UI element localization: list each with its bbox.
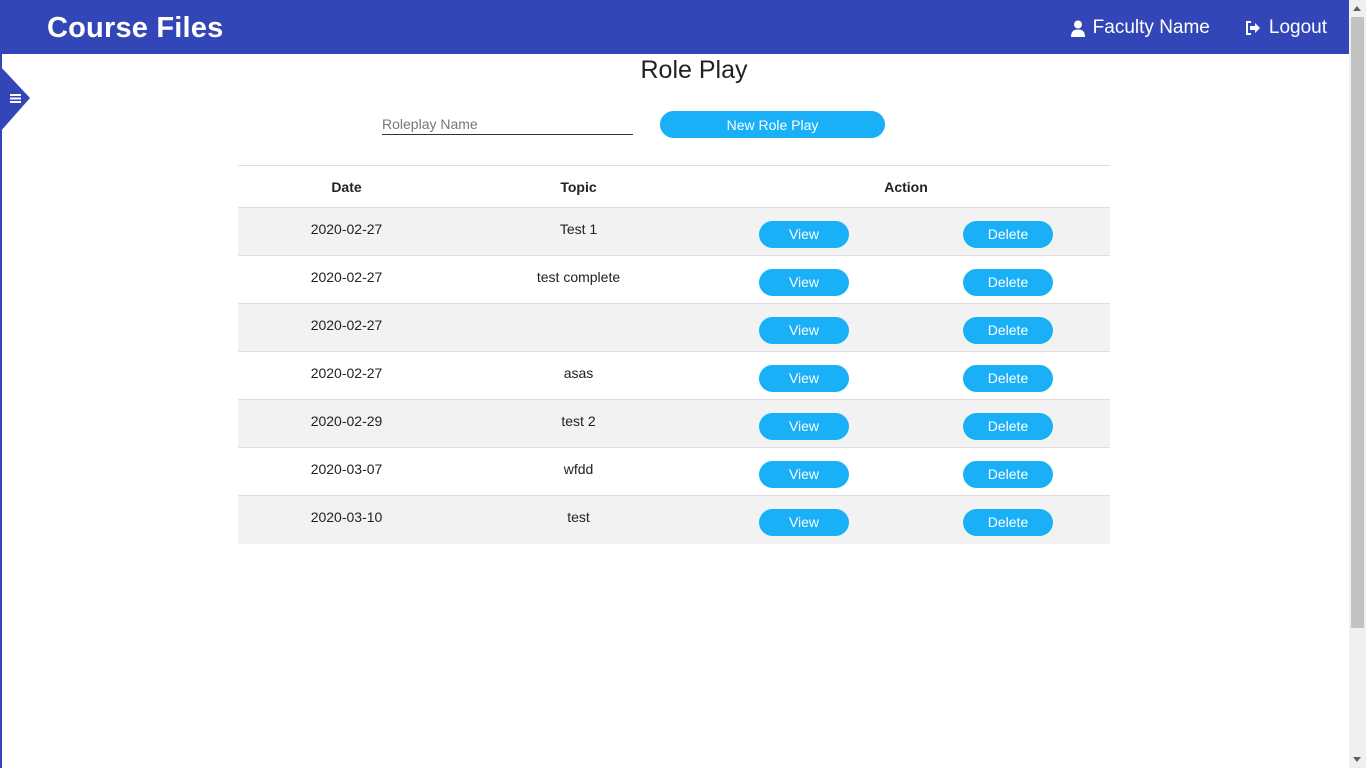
row-date: 2020-02-27 (310, 316, 383, 333)
table-row: 2020-02-29 test 2 View Delete (238, 399, 1110, 448)
brand-title[interactable]: Course Files (47, 12, 223, 45)
user-name: Faculty Name (1092, 17, 1210, 38)
row-date: 2020-02-27 (310, 220, 383, 237)
roleplay-name-input[interactable] (382, 113, 633, 135)
user-menu[interactable]: Faculty Name (1070, 17, 1210, 39)
table-row: 2020-02-27 test complete View Delete (238, 256, 1110, 304)
view-button[interactable]: View (759, 317, 849, 344)
row-topic: Test 1 (559, 220, 598, 237)
table-row: 2020-03-07 wfdd View Delete (238, 448, 1110, 496)
delete-button[interactable]: Delete (963, 365, 1053, 392)
row-topic (455, 304, 702, 352)
sidebar-edge (0, 54, 2, 768)
row-date: 2020-02-27 (310, 268, 383, 285)
view-button[interactable]: View (759, 413, 849, 440)
page-title: Role Play (640, 56, 748, 84)
logout-label: Logout (1268, 17, 1327, 38)
top-navbar: Course Files Faculty Name Logout (0, 0, 1349, 54)
table-body: 2020-02-27 Test 1 View Delete 2020-02-27… (238, 207, 1110, 544)
row-date: 2020-03-10 (310, 508, 383, 525)
table-row: 2020-02-27 asas View Delete (238, 352, 1110, 400)
table-row: 2020-02-27 View Delete (238, 303, 1110, 352)
delete-button[interactable]: Delete (963, 413, 1053, 440)
scroll-up-arrow-icon[interactable] (1353, 6, 1361, 11)
new-role-play-button[interactable]: New Role Play (660, 111, 885, 138)
delete-button[interactable]: Delete (963, 317, 1053, 344)
view-button[interactable]: View (759, 365, 849, 392)
roleplay-table: Date Topic Action 2020-02-27 Test 1 View… (238, 165, 1110, 544)
delete-button[interactable]: Delete (963, 461, 1053, 488)
row-topic: test (567, 508, 590, 525)
row-topic: asas (563, 364, 594, 381)
view-button[interactable]: View (759, 221, 849, 248)
view-button[interactable]: View (759, 509, 849, 537)
header-date: Date (331, 178, 362, 195)
row-date: 2020-02-29 (310, 412, 383, 429)
table-header-row: Date Topic Action (238, 165, 1110, 208)
header-action: Action (884, 178, 928, 195)
table-row: 2020-02-27 Test 1 View Delete (238, 207, 1110, 256)
vertical-scrollbar[interactable] (1349, 0, 1366, 768)
header-topic: Topic (560, 178, 597, 195)
row-date: 2020-02-27 (310, 364, 383, 381)
row-topic: test 2 (561, 412, 596, 429)
view-button[interactable]: View (759, 269, 849, 296)
navbar-actions: Faculty Name Logout (1070, 17, 1327, 39)
delete-button[interactable]: Delete (963, 269, 1053, 296)
logout-button[interactable]: Logout (1245, 17, 1327, 39)
hamburger-menu-icon (10, 94, 21, 103)
delete-button[interactable]: Delete (963, 221, 1053, 248)
row-topic: wfdd (563, 460, 594, 477)
logout-icon (1245, 21, 1260, 35)
row-topic: test complete (536, 268, 621, 285)
user-icon (1070, 20, 1085, 37)
row-date: 2020-03-07 (310, 460, 383, 477)
scroll-thumb[interactable] (1351, 17, 1364, 628)
delete-button[interactable]: Delete (963, 509, 1053, 537)
scroll-down-arrow-icon[interactable] (1353, 757, 1361, 762)
view-button[interactable]: View (759, 461, 849, 488)
table-row: 2020-03-10 test View Delete (238, 495, 1110, 544)
